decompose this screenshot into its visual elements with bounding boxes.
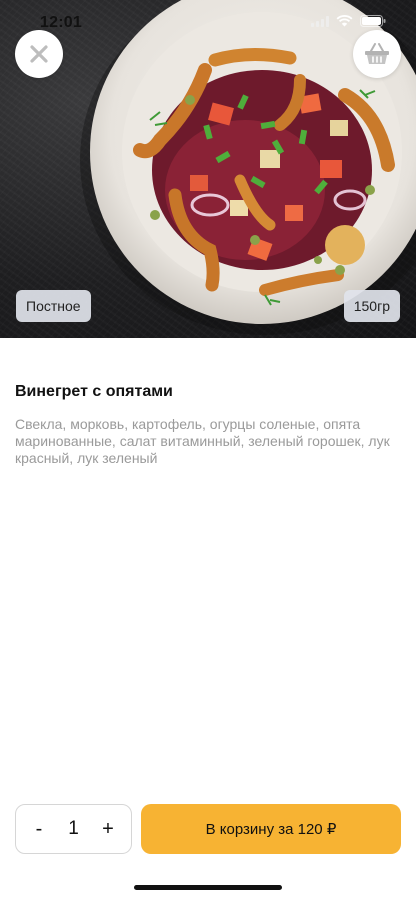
signal-icon [311, 15, 329, 27]
status-time: 12:01 [40, 14, 82, 31]
status-icons [311, 15, 386, 27]
wifi-icon [336, 15, 353, 27]
dish-photo: 12:01 Постное 150гр [0, 0, 416, 338]
status-bar: 12:01 [0, 0, 416, 46]
weight-tag: 150гр [343, 290, 400, 322]
quantity-stepper: - 1 + [15, 804, 132, 854]
battery-icon [360, 15, 386, 27]
dish-description: Свекла, морковь, картофель, огурцы солен… [15, 416, 390, 466]
basket-icon [365, 43, 389, 64]
add-to-cart-button[interactable]: В корзину за 120 ₽ [141, 804, 401, 854]
home-indicator [134, 885, 282, 890]
close-icon [30, 45, 48, 63]
decrease-quantity-button[interactable]: - [28, 818, 50, 841]
increase-quantity-button[interactable]: + [97, 818, 119, 841]
lent-tag: Постное [16, 290, 91, 322]
quantity-value: 1 [68, 818, 79, 839]
dish-title: Винегрет с опятами [15, 383, 173, 400]
cart-basket-button[interactable] [353, 30, 401, 78]
close-button[interactable] [15, 30, 63, 78]
